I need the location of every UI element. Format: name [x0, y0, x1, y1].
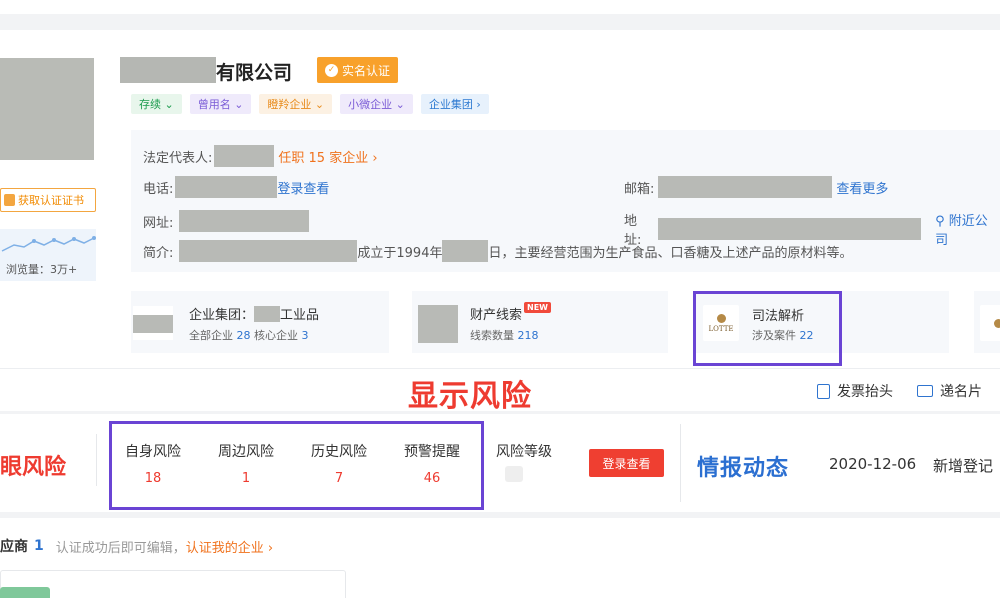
- supplier-hint: 认证成功后即可编辑，: [55, 540, 186, 556]
- group-card-title-suffix: 工业品: [280, 308, 320, 323]
- intel-text[interactable]: 新增登记: [933, 455, 993, 476]
- company-name-redacted: [120, 57, 216, 83]
- business-card-icon: [917, 385, 933, 397]
- verified-badge-label: 实名认证: [342, 63, 391, 78]
- group-card-stats: 全部企业 28 核心企业 3: [189, 327, 309, 343]
- intro-text-1: 成立于1994年: [357, 245, 443, 261]
- group-card-thumb: [133, 306, 173, 340]
- legal-rep-redacted: [214, 145, 275, 167]
- email-more-link[interactable]: 查看更多: [836, 178, 888, 197]
- property-clue-thumb: [418, 305, 458, 343]
- visits-count: 浏览量：3万+: [6, 263, 78, 276]
- risk-divider: [96, 434, 97, 486]
- property-clue-title-text: 财产线索: [470, 308, 523, 323]
- invoice-title-label: 发票抬头: [837, 384, 893, 400]
- group-core-count[interactable]: 3: [302, 329, 309, 342]
- phone-label: 电话:: [143, 181, 174, 197]
- group-card-title-text: 企业集团：: [189, 308, 255, 323]
- nearby-companies-link[interactable]: ⚲ 附近公司: [935, 210, 1000, 248]
- phone-login-link[interactable]: 登录查看: [277, 178, 329, 197]
- next-card[interactable]: [974, 291, 1000, 353]
- group-all-label: 全部企业: [189, 329, 237, 342]
- intel-divider: [680, 424, 681, 502]
- intel-title: 情报动态: [697, 456, 790, 481]
- invoice-title-link[interactable]: 发票抬头: [817, 381, 893, 401]
- verified-badge[interactable]: ✓ 实名认证: [317, 57, 399, 83]
- group-all-count[interactable]: 28: [237, 329, 251, 342]
- group-name-redacted: [254, 305, 281, 322]
- company-logo: [0, 58, 94, 160]
- intro-label: 简介:: [143, 245, 174, 261]
- check-icon: ✓: [325, 63, 338, 77]
- website-row: 网址:: [143, 210, 310, 232]
- verify-company-link[interactable]: 认证我的企业 ›: [186, 537, 273, 556]
- company-name: 有限公司: [216, 62, 293, 84]
- get-certificate-label: 获取认证证书: [18, 194, 84, 207]
- address-redacted: [658, 218, 922, 240]
- legal-rep-link[interactable]: 任职 15 家企业 ›: [278, 147, 377, 166]
- show-risk-label: 显示风险: [408, 379, 532, 414]
- website-redacted: [179, 210, 310, 232]
- phone-redacted: [175, 176, 278, 198]
- get-certificate-button[interactable]: 获取认证证书: [0, 188, 96, 212]
- tag-group[interactable]: 企业集团 ›: [420, 94, 489, 114]
- top-strip: [0, 0, 1000, 14]
- property-clue-count-label: 线索数量: [470, 329, 518, 342]
- send-card-link[interactable]: 递名片: [917, 381, 982, 401]
- next-card-logo: [980, 305, 1000, 341]
- legal-rep-row: 法定代表人: 任职 15 家企业 ›: [143, 145, 378, 167]
- supplier-item-chip: [0, 587, 50, 598]
- risk-logo: 眼风险: [0, 455, 67, 480]
- intro-text-2: 日，主要经营范围为生产食品、口香糖及上述产品的原材料等。: [488, 245, 853, 261]
- property-clue-title: 财产线索 NEW: [470, 302, 551, 323]
- tag-former-name[interactable]: 曾用名 ⌄: [189, 94, 252, 114]
- website-label: 网址:: [143, 215, 174, 231]
- risk-level-hidden: [505, 466, 523, 482]
- supplier-header: 应商 1 认证成功后即可编辑， 认证我的企业 ›: [0, 536, 273, 556]
- supplier-count: 1: [34, 538, 44, 554]
- property-clue-count[interactable]: 218: [518, 329, 539, 342]
- property-clue-card[interactable]: 财产线索 NEW 线索数量 218: [412, 291, 668, 353]
- company-tags: 存续 ⌄ 曾用名 ⌄ 瞪羚企业 ⌄ 小微企业 ⌄ 企业集团 ›: [131, 94, 489, 114]
- email-label: 邮箱:: [624, 181, 655, 197]
- tag-small-micro[interactable]: 小微企业 ⌄: [340, 94, 413, 114]
- new-badge: NEW: [524, 302, 551, 313]
- intro-row: 简介: 成立于1994年 日，主要经营范围为生产食品、口香糖及上述产品的原材料等…: [143, 240, 853, 262]
- intro-redacted-2: [442, 240, 489, 262]
- group-card-title: 企业集团： 工业品: [189, 304, 319, 323]
- legal-rep-label: 法定代表人:: [143, 150, 213, 166]
- group-core-label: 核心企业: [250, 329, 302, 342]
- phone-row: 电话: 登录查看: [143, 176, 329, 198]
- login-view-button[interactable]: 登录查看: [589, 449, 664, 477]
- property-clue-stats: 线索数量 218: [470, 327, 539, 343]
- intro-redacted-1: [179, 240, 358, 262]
- document-icon: [817, 383, 830, 399]
- risk-highlight-box: [109, 421, 484, 510]
- next-card-logo-icon: [993, 318, 1000, 328]
- email-redacted: [658, 176, 833, 198]
- supplier-item-box: [0, 570, 346, 598]
- supplier-label: 应商: [0, 539, 28, 555]
- tag-gazelle[interactable]: 瞪羚企业 ⌄: [259, 94, 333, 114]
- nearby-companies-label: 附近公司: [935, 214, 988, 248]
- group-card[interactable]: 企业集团： 工业品 全部企业 28 核心企业 3: [131, 291, 389, 353]
- visits-panel: 浏览量：3万+: [0, 229, 96, 281]
- certificate-icon: [4, 194, 15, 206]
- tag-status[interactable]: 存续 ⌄: [131, 94, 182, 114]
- visits-trend-icon: [1, 236, 96, 252]
- judicial-highlight-box: [693, 291, 842, 366]
- email-row: 邮箱: 查看更多: [624, 176, 888, 198]
- intel-date: 2020-12-06: [829, 455, 917, 473]
- risk-level-label: 风险等级: [496, 444, 552, 460]
- send-card-label: 递名片: [940, 384, 982, 400]
